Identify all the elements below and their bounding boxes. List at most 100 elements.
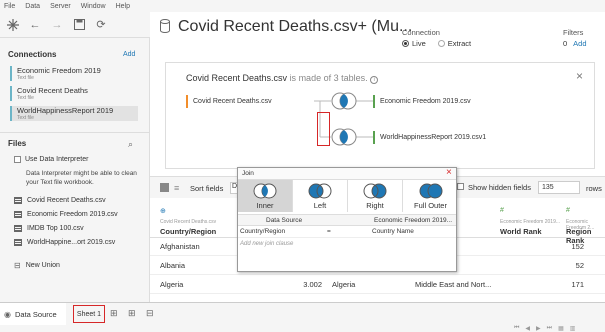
join-col-left: Data Source	[266, 217, 303, 224]
join-type-label: Full Outer	[414, 201, 447, 210]
inner-join-icon	[253, 183, 277, 199]
made-of-suffix: is made of 3 tables.	[289, 73, 368, 83]
back-arrow-icon[interactable]: ←	[28, 18, 42, 32]
filmstrip-icon[interactable]: ▥	[570, 325, 576, 332]
join-clause-left[interactable]: Country/Region	[240, 228, 285, 235]
cell-world-rank: 52	[575, 261, 584, 270]
join-type-label: Left	[313, 201, 327, 210]
connection-item[interactable]: Covid Recent Deaths Text file	[10, 86, 138, 101]
cell-world-rank: 152	[571, 242, 584, 251]
cell-country: Algeria	[160, 280, 184, 289]
menu-server[interactable]: Server	[50, 3, 71, 10]
file-item[interactable]: WorldHappine...ort 2019.csv	[14, 239, 115, 246]
left-table[interactable]: Covid Recent Deaths.csv	[186, 95, 314, 108]
join-type-label: Right	[366, 201, 384, 210]
data-source-tab[interactable]: ◉ Data Source	[0, 303, 66, 325]
close-icon[interactable]: ×	[576, 69, 583, 83]
close-icon[interactable]: ×	[446, 167, 452, 178]
database-icon	[160, 19, 170, 35]
files-title: Files	[8, 139, 27, 148]
sort-fields-label: Sort fields	[190, 184, 224, 193]
tableau-logo-icon[interactable]	[6, 18, 20, 32]
join-venn-icon[interactable]	[331, 127, 357, 147]
search-icon[interactable]: ⌕	[128, 139, 133, 150]
made-of-source: Covid Recent Deaths.csv	[186, 73, 288, 83]
interpreter-help: Data Interpreter might be able to clean …	[26, 170, 137, 186]
datasource-title[interactable]: Covid Recent Deaths.csv+ (Mu...	[178, 18, 412, 36]
join-clause-row[interactable]: Country/Region = Country Name	[238, 226, 456, 238]
add-connection-link[interactable]: Add	[123, 51, 135, 58]
new-story-icon[interactable]: ⊟	[146, 308, 154, 319]
interpreter-checkbox[interactable]	[14, 156, 21, 163]
menu-file[interactable]: File	[4, 3, 15, 10]
join-col-right: Economic Freedom 2019...	[374, 217, 453, 224]
connection-box: Connection Live Extract	[402, 28, 471, 48]
filters-box: Filters 0 Add	[563, 28, 587, 48]
menu-window[interactable]: Window	[81, 3, 106, 10]
join-type-right[interactable]: Right	[348, 180, 403, 212]
menu-help[interactable]: Help	[116, 3, 130, 10]
grid-view-icon[interactable]: ▦	[558, 325, 564, 332]
connection-item-selected[interactable]: WorldHappinessReport 2019 Text file	[10, 106, 138, 121]
full-outer-join-icon	[419, 183, 442, 199]
join-clause-right[interactable]: Country Name	[372, 228, 414, 235]
list-view-icon[interactable]: ≡	[174, 183, 179, 193]
rows-input[interactable]: 135	[538, 181, 580, 194]
connection-item[interactable]: Economic Freedom 2019 Text file	[10, 66, 138, 81]
join-clause-operator[interactable]: =	[327, 228, 331, 235]
join-dialog-title: Join	[242, 170, 254, 177]
column-header[interactable]: World Rank	[500, 227, 542, 236]
forward-arrow-icon[interactable]: →	[50, 18, 64, 32]
new-worksheet-icon[interactable]: ⊞	[110, 308, 118, 319]
navigation-controls: ⏮ ◀ ▶ ⏭ ▦ ▥	[514, 325, 575, 332]
number-icon: #	[500, 207, 504, 214]
file-name: Covid Recent Deaths.csv	[27, 197, 106, 204]
filters-count: 0	[563, 39, 568, 48]
file-name: WorldHappine...ort 2019.csv	[27, 239, 116, 246]
extract-radio[interactable]: Extract	[437, 39, 472, 48]
menu-data[interactable]: Data	[25, 3, 40, 10]
right-table-2[interactable]: WorldHappinessReport 2019.csv1	[373, 131, 501, 144]
right-table-1[interactable]: Economic Freedom 2019.csv	[373, 95, 501, 108]
add-join-clause[interactable]: Add new join clause	[240, 241, 293, 247]
first-sheet-icon[interactable]: ⏮	[514, 325, 519, 332]
datasource-title-row: Covid Recent Deaths.csv+ (Mu...	[160, 18, 412, 36]
file-item[interactable]: Covid Recent Deaths.csv	[14, 197, 106, 204]
globe-icon: ⊕	[160, 208, 166, 215]
filters-add-link[interactable]: Add	[573, 39, 586, 48]
connection-type: Text file	[17, 95, 34, 101]
save-icon[interactable]	[72, 18, 86, 32]
connection-name: Covid Recent Deaths	[17, 86, 88, 95]
live-radio[interactable]: Live	[402, 39, 426, 48]
file-item[interactable]: Economic Freedom 2019.csv	[14, 211, 118, 218]
last-sheet-icon[interactable]: ⏭	[547, 325, 552, 332]
database-icon: ◉	[4, 309, 11, 319]
join-type-inner[interactable]: Inner	[238, 180, 293, 212]
bottom-tab-bar: ◉ Data Source Sheet 1 ⊞ ⊞ ⊟ ⏮ ◀ ▶ ⏭ ▦ ▥	[0, 302, 605, 332]
join-venn-icon[interactable]	[331, 91, 357, 111]
prev-sheet-icon[interactable]: ◀	[525, 325, 530, 332]
info-icon[interactable]: i	[370, 76, 379, 84]
next-sheet-icon[interactable]: ▶	[536, 325, 541, 332]
cell-country-name: Algeria	[332, 280, 356, 289]
join-dialog-header: Join ×	[238, 167, 456, 180]
extract-label: Extract	[447, 39, 472, 48]
file-item[interactable]: IMDB Top 100.csv	[14, 225, 84, 232]
join-type-left[interactable]: Left	[293, 180, 348, 212]
number-icon: #	[566, 207, 570, 214]
join-canvas: Covid Recent Deaths.csv is made of 3 tab…	[165, 62, 595, 169]
grid-view-icon[interactable]	[160, 183, 169, 192]
new-union-item[interactable]: ⊟ New Union	[14, 261, 60, 270]
join-type-full-outer[interactable]: Full Outer	[403, 180, 458, 212]
column-header[interactable]: Country/Region	[160, 227, 216, 236]
union-icon: ⊟	[14, 261, 21, 270]
sheet-tab[interactable]: Sheet 1	[73, 305, 105, 323]
connection-label: Connection	[402, 28, 440, 37]
refresh-icon[interactable]: ⟳	[94, 18, 108, 32]
cell-region: Middle East and Nort...	[415, 280, 492, 289]
new-dashboard-icon[interactable]: ⊞	[128, 308, 136, 319]
connection-name: Economic Freedom 2019	[17, 66, 101, 75]
show-hidden-checkbox[interactable]	[457, 183, 464, 190]
left-join-icon	[308, 183, 332, 199]
connections-title: Connections	[8, 50, 57, 59]
